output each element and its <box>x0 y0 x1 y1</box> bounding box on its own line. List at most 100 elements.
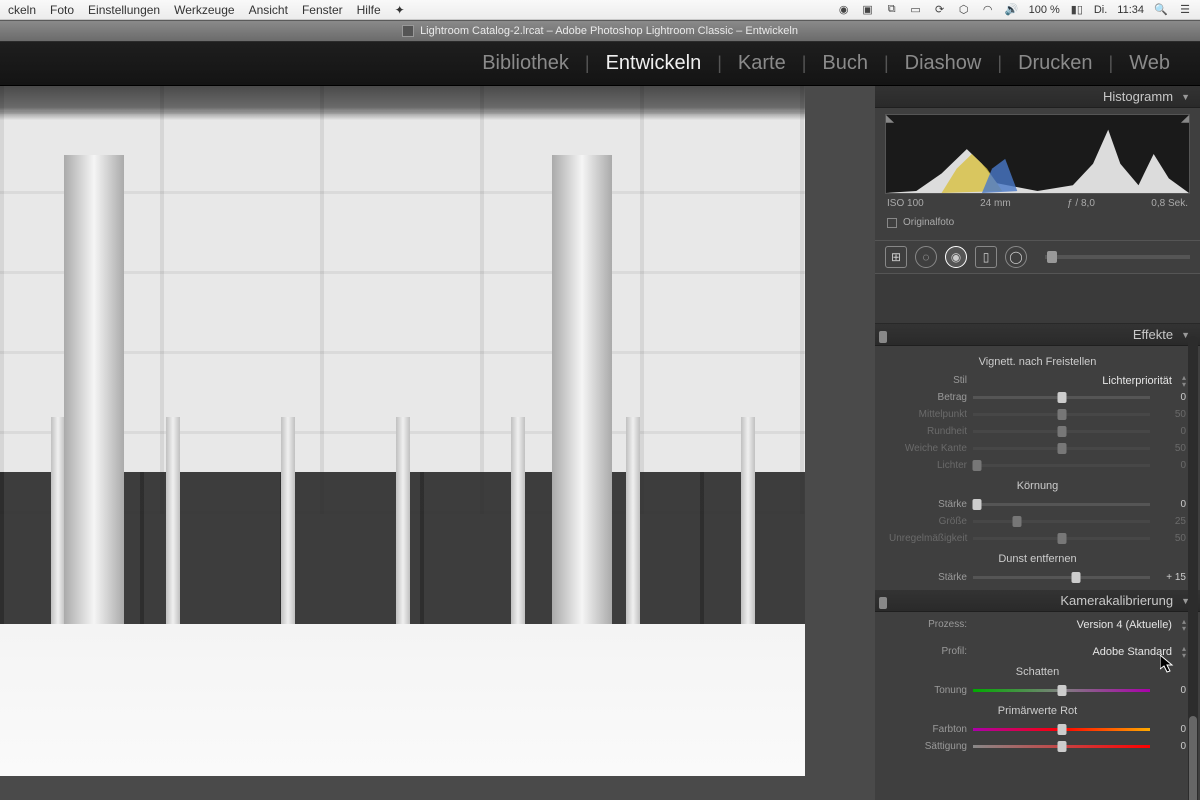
vignette-label: Weiche Kante <box>889 443 967 454</box>
calibration-panel-header[interactable]: Kamerakalibrierung ▼ <box>875 590 1200 612</box>
cc-icon[interactable]: ◉ <box>837 3 851 17</box>
scrollbar-thumb[interactable] <box>1189 716 1197 800</box>
histogram-panel: ISO 100 24 mm ƒ / 8,0 0,8 Sek. Originalf… <box>875 108 1200 240</box>
menu-item[interactable]: ckeln <box>8 3 36 17</box>
original-label: Originalfoto <box>903 217 954 228</box>
script-icon[interactable]: ✦ <box>395 3 405 17</box>
sync-icon[interactable]: ⟳ <box>933 3 947 17</box>
process-dropdown[interactable]: Version 4 (Aktuelle) <box>973 619 1176 631</box>
grain-value: 50 <box>1156 533 1186 544</box>
menu-item[interactable]: Ansicht <box>249 3 288 17</box>
redeye-tool[interactable]: ◉ <box>945 246 967 268</box>
menubar-time[interactable]: 11:34 <box>1117 4 1144 16</box>
histogram-title: Histogramm <box>1103 89 1173 104</box>
red-hue-slider[interactable] <box>973 728 1150 731</box>
develop-right-panel: Histogramm ▼ ISO 100 24 mm ƒ / 8,0 0,8 S… <box>875 86 1200 800</box>
module-entwickeln[interactable]: Entwickeln <box>590 52 718 75</box>
grain-label: Stärke <box>889 499 967 510</box>
module-picker: Bibliothek| Entwickeln| Karte| Buch| Dia… <box>0 42 1200 86</box>
menubar-day[interactable]: Di. <box>1094 4 1107 16</box>
module-buch[interactable]: Buch <box>806 52 884 75</box>
grain-value: 25 <box>1156 516 1186 527</box>
menu-item[interactable]: Hilfe <box>357 3 381 17</box>
playback-icon[interactable]: ▣ <box>861 3 875 17</box>
menu-item[interactable]: Werkzeuge <box>174 3 234 17</box>
calibration-title: Kamerakalibrierung <box>1060 593 1173 608</box>
dehaze-slider[interactable] <box>973 576 1150 579</box>
vignette-slider[interactable] <box>973 447 1150 450</box>
module-bibliothek[interactable]: Bibliothek <box>466 52 585 75</box>
grain-slider[interactable] <box>973 503 1150 506</box>
grain-slider[interactable] <box>973 537 1150 540</box>
vignette-slider[interactable] <box>973 396 1150 399</box>
display-icon[interactable]: ▭ <box>909 3 923 17</box>
module-karte[interactable]: Karte <box>722 52 802 75</box>
vignette-title: Vignett. nach Freistellen <box>889 356 1186 368</box>
shadows-tint-label: Tonung <box>889 685 967 696</box>
develop-toolstrip: ⊞ ◌ ◉ ▯ ◯ <box>875 240 1200 274</box>
style-label: Stil <box>889 375 967 386</box>
vignette-slider[interactable] <box>973 430 1150 433</box>
effects-switch[interactable] <box>879 331 887 343</box>
vignette-slider[interactable] <box>973 464 1150 467</box>
menu-item[interactable]: Foto <box>50 3 74 17</box>
dropbox-icon[interactable]: ⬡ <box>957 3 971 17</box>
wifi-icon[interactable]: ◠ <box>981 3 995 17</box>
dehaze-title: Dunst entfernen <box>889 553 1186 565</box>
battery-percent[interactable]: 100 % <box>1029 4 1060 16</box>
image-preview[interactable] <box>0 86 875 800</box>
main-area: Histogramm ▼ ISO 100 24 mm ƒ / 8,0 0,8 S… <box>0 86 1200 800</box>
original-checkbox[interactable] <box>887 218 897 228</box>
grain-slider[interactable] <box>973 520 1150 523</box>
histogram-graph[interactable] <box>885 114 1190 194</box>
menu-icon[interactable]: ☰ <box>1178 3 1192 17</box>
radial-tool[interactable]: ◯ <box>1005 246 1027 268</box>
histogram-panel-header[interactable]: Histogramm ▼ <box>875 86 1200 108</box>
chevron-down-icon: ▼ <box>1181 92 1190 102</box>
dehaze-value: + 15 <box>1156 572 1186 583</box>
red-sat-slider[interactable] <box>973 745 1150 748</box>
app-icon <box>402 25 414 37</box>
module-drucken[interactable]: Drucken <box>1002 52 1108 75</box>
calibration-section: Prozess: Version 4 (Aktuelle) ▴▾ Profil:… <box>875 612 1200 759</box>
vignette-label: Rundheit <box>889 426 967 437</box>
panel-scrollbar[interactable] <box>1188 336 1198 800</box>
menu-item[interactable]: Einstellungen <box>88 3 160 17</box>
dropdown-arrows-icon: ▴▾ <box>1182 374 1186 388</box>
vignette-slider[interactable] <box>973 413 1150 416</box>
grain-title: Körnung <box>889 480 1186 492</box>
menu-item[interactable]: Fenster <box>302 3 343 17</box>
red-hue-value: 0 <box>1156 724 1186 735</box>
dropdown-arrows-icon: ▴▾ <box>1182 645 1186 659</box>
vignette-label: Mittelpunkt <box>889 409 967 420</box>
tool-size-slider[interactable] <box>1045 255 1190 259</box>
dehaze-label: Stärke <box>889 572 967 583</box>
bookmark-icon[interactable]: ⧉ <box>885 3 899 17</box>
window-title: Lightroom Catalog-2.lrcat – Adobe Photos… <box>420 25 798 37</box>
module-diashow[interactable]: Diashow <box>889 52 998 75</box>
shadows-tint-value: 0 <box>1156 685 1186 696</box>
module-web[interactable]: Web <box>1113 52 1186 75</box>
gradient-tool[interactable]: ▯ <box>975 246 997 268</box>
spot-tool[interactable]: ◌ <box>915 246 937 268</box>
battery-icon[interactable]: ▮▯ <box>1070 3 1084 17</box>
red-hue-label: Farbton <box>889 724 967 735</box>
red-primary-title: Primärwerte Rot <box>889 705 1186 717</box>
vignette-value: 0 <box>1156 392 1186 403</box>
effects-panel-header[interactable]: Effekte ▼ <box>875 324 1200 346</box>
dropdown-arrows-icon: ▴▾ <box>1182 618 1186 632</box>
volume-icon[interactable]: 🔊 <box>1005 3 1019 17</box>
shadows-tint-slider[interactable] <box>973 689 1150 692</box>
mac-menubar: ckeln Foto Einstellungen Werkzeuge Ansic… <box>0 0 1200 20</box>
profile-label: Profil: <box>889 646 967 657</box>
crop-tool[interactable]: ⊞ <box>885 246 907 268</box>
shadows-title: Schatten <box>889 666 1186 678</box>
profile-dropdown[interactable]: Adobe Standard <box>973 646 1176 658</box>
grain-value: 0 <box>1156 499 1186 510</box>
photo-content <box>0 86 805 776</box>
calibration-switch[interactable] <box>879 597 887 609</box>
effects-title: Effekte <box>1133 327 1173 342</box>
spotlight-icon[interactable]: 🔍 <box>1154 3 1168 17</box>
style-dropdown[interactable]: Lichterpriorität <box>973 375 1176 387</box>
red-sat-label: Sättigung <box>889 741 967 752</box>
